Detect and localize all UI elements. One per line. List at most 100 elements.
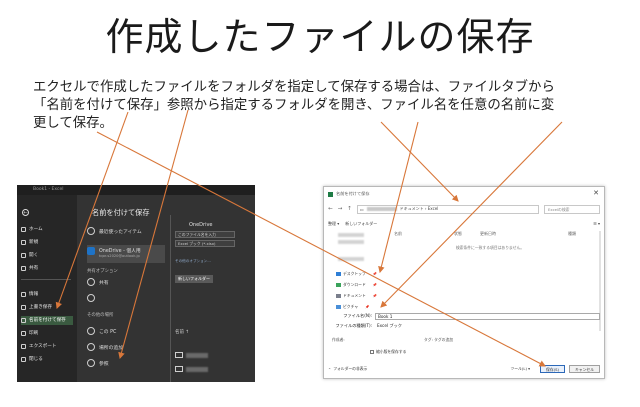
new-folder-button[interactable]: 新しいフォルダー [175,275,213,283]
dialog-bottom-bar: ⌃ フォルダーの非表示 ツール(L) ▾ 保存(S) キャンセル [328,364,600,374]
dialog-toolbar: 整理 ▾ 新しいフォルダー ☰ ▾ [328,220,600,227]
body-line-1: エクセルで作成したファイルをフォルダを指定して保存する場合は、ファイルタブから [33,80,555,95]
location-recent[interactable]: 最近使ったアイテム [87,225,165,237]
pin-icon: 📌 [372,283,378,287]
more-options-link[interactable]: その他のオプション... [175,259,211,264]
blurred-item [338,240,364,244]
export-icon [21,344,26,349]
pin-icon: 📌 [372,294,378,298]
filetype-label: ファイルの種類(T): [335,323,372,328]
quick-access-documents[interactable]: ドキュメント 📌 [336,293,377,299]
tools-dropdown[interactable]: ツール(L) ▾ [510,366,530,372]
nav-share[interactable]: 共有 [21,264,73,273]
body-line-2: 「名前を付けて保存」参照から指定するフォルダを開き、ファイル名を任意の名前に変 [33,98,555,113]
clock-icon [87,227,95,235]
save-button[interactable]: 保存(S) [540,365,566,373]
nav-close[interactable]: 閉じる [21,355,73,364]
save-as-title: 名前を付けて保存 [92,208,150,217]
blurred-name [186,366,208,372]
tags-label[interactable]: タグ: タグの追加 [424,337,453,343]
excel-backstage-screenshot: Book1 - Excel ← ホーム 新規 開く 共有 情報 上書き保存 名前… [17,185,255,382]
view-options-icon[interactable]: ☰ ▾ [593,221,600,226]
location-onedrive[interactable]: OneDrive - 個人用 tqor-s2020@outlook.jp [87,245,165,263]
location-browse[interactable]: 参照 [87,357,165,369]
location-blank[interactable] [87,292,165,304]
thumbnail-checkbox[interactable] [370,350,374,354]
back-icon[interactable]: ← [328,206,333,212]
quick-access-desktop[interactable]: デスクトップ 📌 [336,271,377,277]
excel-backstage-nav: ← ホーム 新規 開く 共有 情報 上書き保存 名前を付けて保存 印刷 エクスポ… [17,195,77,382]
folder-row[interactable] [175,365,215,373]
share-icon [21,266,26,271]
nav-label: ホーム [29,227,43,232]
nav-label: 閉じる [29,357,43,362]
blurred-item [338,257,364,261]
nav-open[interactable]: 開く [21,251,73,260]
thumbnail-option[interactable]: 縮小版を保存する [370,349,406,355]
other-heading: その他の場所 [87,313,114,318]
location-label: 参照 [99,361,109,367]
download-icon [336,283,341,287]
forward-icon[interactable]: → [338,206,343,212]
search-input[interactable]: Excelの検索 [544,204,600,214]
blurred-item [338,233,364,237]
slide-body-text: エクセルで作成したファイルをフォルダを指定して保存する場合は、ファイルタブから … [33,79,618,133]
quick-access-pictures[interactable]: ピクチャ 📌 [336,304,370,310]
new-folder-button[interactable]: 新しいフォルダー [345,221,377,227]
column-headers: 名前 状態 更新日時 種類 [384,231,596,237]
close-icon[interactable]: ✕ [593,189,599,197]
folder-icon [175,352,183,358]
slide-title: 作成したファイルの保存 [105,15,535,59]
location-label: 共有 [99,280,109,286]
nav-save[interactable]: 上書き保存 [21,303,73,312]
filename-input[interactable]: Book 1 [375,312,600,320]
organize-button[interactable]: 整理 ▾ [328,221,339,227]
blurred-name [186,352,208,358]
column-type[interactable]: 種類 [568,231,576,237]
nav-divider [21,279,71,280]
chevron-up-icon: ⌃ [328,366,332,372]
nav-info[interactable]: 情報 [21,290,73,299]
column-status[interactable]: 状態 [454,231,462,237]
address-bar[interactable]: ▭ ドキュメント › Excel [356,204,539,214]
home-icon [21,227,26,232]
hide-folders-toggle[interactable]: ⌃ フォルダーの非表示 [328,366,367,372]
location-label: 最近使ったアイテム [99,229,142,235]
nav-new[interactable]: 新規 [21,238,73,247]
dialog-title-text: 名前を付けて保存 [336,191,370,196]
name-column-header[interactable]: 名前 ↑ [175,329,189,335]
nav-label: 開く [29,253,39,258]
location-this-pc[interactable]: この PC [87,325,165,337]
column-modified[interactable]: 更新日時 [480,231,496,237]
onedrive-icon [87,247,95,255]
up-icon[interactable]: ↑ [347,206,352,212]
onedrive-account: tqor-s2020@outlook.jp [99,254,140,258]
filetype-select[interactable]: Excel ブック [375,323,600,330]
shared-heading: 共有オプション [87,269,118,274]
column-name[interactable]: 名前 [394,231,402,237]
location-share[interactable]: 共有 [87,276,165,288]
close-file-icon [21,357,26,362]
add-place-icon [87,343,95,351]
authors-label: 作成者: [332,337,345,342]
address-text: ドキュメント › Excel [399,206,439,211]
share-icon [87,278,95,286]
nav-home[interactable]: ホーム [21,225,73,234]
pin-icon: 📌 [372,272,378,276]
save-location-pane: OneDrive このファイル名を入力 Excel ブック (*.xlsx) そ… [175,205,255,382]
nav-export[interactable]: エクスポート [21,342,73,351]
excel-icon [328,191,333,197]
dialog-navrow: ← → ↑ ▭ ドキュメント › Excel Excelの検索 [328,204,600,214]
back-arrow-icon[interactable]: ← [22,209,29,216]
location-add-place[interactable]: 場所の追加 [87,341,165,353]
filetype-box[interactable]: Excel ブック (*.xlsx) [175,240,235,247]
cancel-button[interactable]: キャンセル [569,365,600,373]
picture-icon [336,305,341,309]
nav-save-as[interactable]: 名前を付けて保存 [21,316,73,325]
quick-access-downloads[interactable]: ダウンロード 📌 [336,282,377,288]
nav-print[interactable]: 印刷 [21,329,73,338]
filename-box[interactable]: このファイル名を入力 [175,231,235,238]
info-icon [21,292,26,297]
nav-label: 共有 [29,266,39,271]
folder-row[interactable] [175,351,215,359]
